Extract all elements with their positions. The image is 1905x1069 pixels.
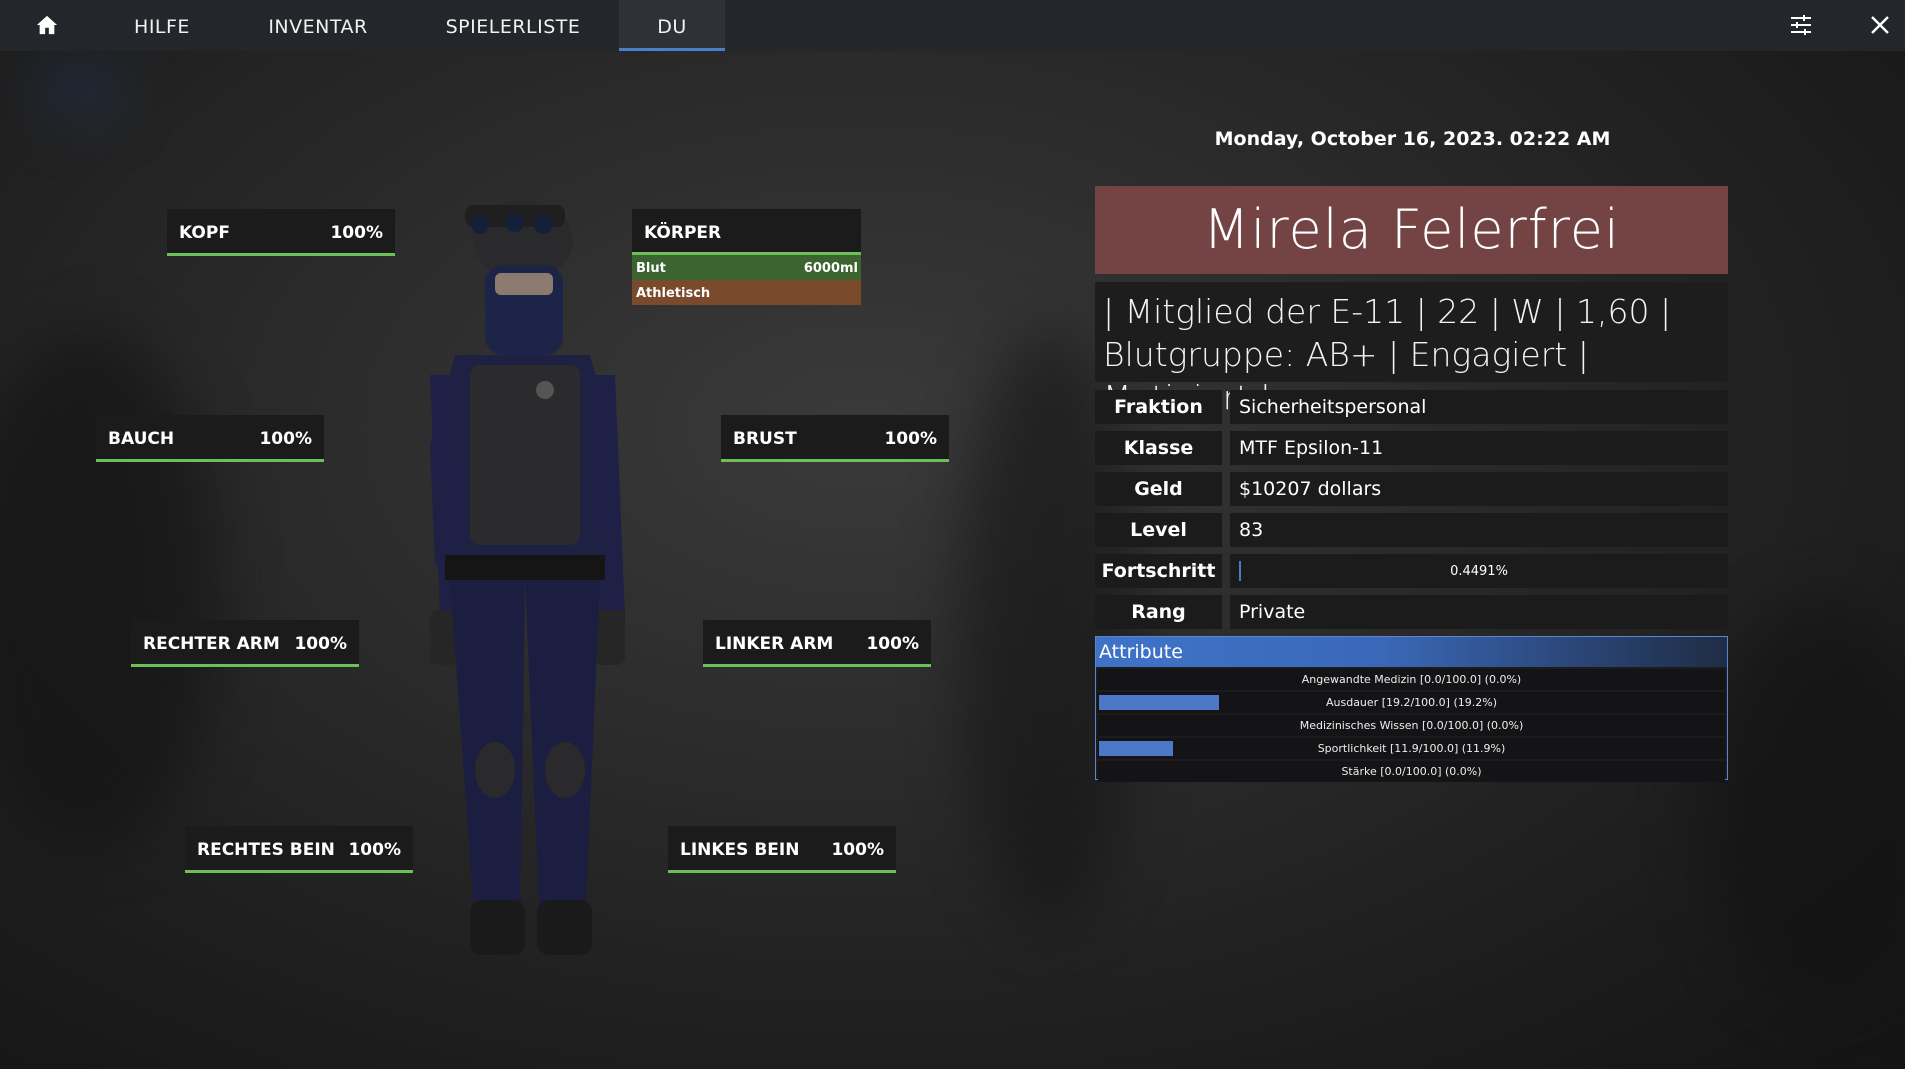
body-part-value: 100% (884, 429, 937, 449)
body-part-linkes-bein: LINKES BEIN 100% (668, 826, 896, 873)
body-part-label: RECHTER ARM (143, 634, 280, 654)
info-value: MTF Epsilon-11 (1230, 431, 1728, 465)
body-part-kopf: KOPF 100% (167, 209, 395, 256)
body-part-value: 100% (348, 840, 401, 860)
character-name: Mirela Felerfrei (1095, 186, 1728, 274)
body-part-value: 100% (259, 429, 312, 449)
body-part-value: 100% (866, 634, 919, 654)
info-value: Private (1230, 595, 1728, 629)
close-icon[interactable] (1868, 13, 1892, 37)
attributes-panel: Attribute Angewandte Medizin [0.0/100.0]… (1095, 636, 1728, 782)
koerper-panel: KÖRPER Blut 6000ml Athletisch (632, 209, 861, 305)
attribute-text: Ausdauer [19.2/100.0] (19.2%) (1325, 696, 1497, 709)
koerper-header: KÖRPER (632, 209, 861, 255)
info-value: 83 (1230, 513, 1728, 547)
body-part-rechter-arm: RECHTER ARM 100% (131, 620, 359, 667)
info-row-level: Level 83 (1095, 513, 1728, 547)
info-key: Level (1095, 513, 1222, 547)
koerper-title: KÖRPER (644, 223, 722, 243)
info-key: Fortschritt (1095, 554, 1222, 588)
attribute-row: Sportlichkeit [11.9/100.0] (11.9%) (1098, 738, 1725, 759)
info-key: Fraktion (1095, 390, 1222, 424)
top-nav-bar: HILFE INVENTAR SPIELERLISTE DU (0, 0, 1905, 51)
info-row-fortschritt: Fortschritt 0.4491% (1095, 554, 1728, 588)
blood-row: Blut 6000ml (632, 255, 861, 280)
attribute-row: Medizinisches Wissen [0.0/100.0] (0.0%) (1098, 715, 1725, 736)
body-part-value: 100% (294, 634, 347, 654)
body-part-label: LINKER ARM (715, 634, 834, 654)
sliders-icon[interactable] (1789, 13, 1813, 37)
body-part-label: BAUCH (108, 429, 175, 449)
blood-label: Blut (636, 261, 666, 276)
date-display: Monday, October 16, 2023. 02:22 AM (1214, 128, 1611, 150)
body-part-label: KOPF (179, 223, 230, 243)
body-part-label: LINKES BEIN (680, 840, 800, 860)
trait-row: Athletisch (632, 280, 861, 305)
body-part-bauch: BAUCH 100% (96, 415, 324, 462)
progress-bar: 0.4491% (1230, 554, 1728, 588)
home-icon[interactable] (36, 14, 58, 36)
tab-hilfe[interactable]: HILFE (118, 0, 206, 51)
info-value: $10207 dollars (1230, 472, 1728, 506)
info-row-klasse: Klasse MTF Epsilon-11 (1095, 431, 1728, 465)
info-value: Sicherheitspersonal (1230, 390, 1728, 424)
body-part-label: RECHTES BEIN (197, 840, 335, 860)
body-part-rechtes-bein: RECHTES BEIN 100% (185, 826, 413, 873)
info-row-rang: Rang Private (1095, 595, 1728, 629)
attribute-row: Stärke [0.0/100.0] (0.0%) (1098, 761, 1725, 782)
tab-spielerliste[interactable]: SPIELERLISTE (432, 0, 594, 51)
attribute-row: Angewandte Medizin [0.0/100.0] (0.0%) (1098, 669, 1725, 690)
info-key: Rang (1095, 595, 1222, 629)
body-part-value: 100% (330, 223, 383, 243)
character-bio: | Mitglied der E-11 | 22 | W | 1,60 | Bl… (1095, 282, 1728, 417)
background-scene (40, 60, 120, 120)
attribute-text: Stärke [0.0/100.0] (0.0%) (1341, 765, 1482, 778)
character-model (415, 185, 675, 985)
body-part-value: 100% (831, 840, 884, 860)
bio-line: | Mitglied der E-11 | 22 | W | 1,60 | (1103, 292, 1672, 331)
tab-du[interactable]: DU (619, 0, 725, 51)
info-key: Klasse (1095, 431, 1222, 465)
background-scene (0, 330, 220, 850)
attribute-row: Ausdauer [19.2/100.0] (19.2%) (1098, 692, 1725, 713)
info-row-geld: Geld $10207 dollars (1095, 472, 1728, 506)
info-key: Geld (1095, 472, 1222, 506)
body-part-brust: BRUST 100% (721, 415, 949, 462)
body-part-linker-arm: LINKER ARM 100% (703, 620, 931, 667)
blood-value: 6000ml (803, 261, 858, 276)
background-scene (1700, 600, 1905, 1000)
attribute-text: Angewandte Medizin [0.0/100.0] (0.0%) (1301, 673, 1522, 686)
attribute-text: Sportlichkeit [11.9/100.0] (11.9%) (1317, 742, 1506, 755)
progress-text: 0.4491% (1450, 564, 1508, 579)
info-row-fraktion: Fraktion Sicherheitspersonal (1095, 390, 1728, 424)
attribute-text: Medizinisches Wissen [0.0/100.0] (0.0%) (1299, 719, 1524, 732)
attributes-header: Attribute (1096, 637, 1727, 667)
trait-label: Athletisch (636, 286, 711, 301)
tab-inventar[interactable]: INVENTAR (256, 0, 380, 51)
body-part-label: BRUST (733, 429, 797, 449)
